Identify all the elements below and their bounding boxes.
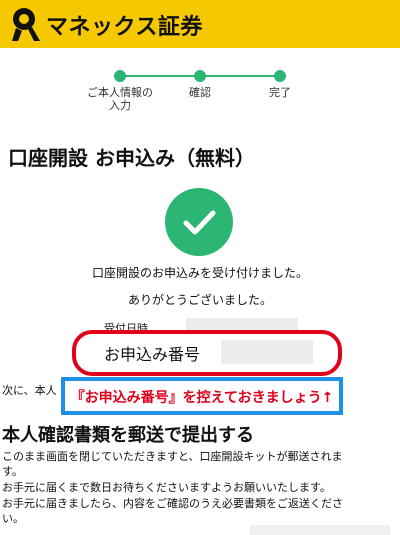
step-dot-complete	[274, 70, 286, 82]
monex-logo-icon	[12, 8, 40, 41]
next-instruction-text: 次に、本人	[2, 384, 57, 397]
progress-stepper: ご本人情報の 入力 確認 完了	[0, 64, 400, 124]
page-title: 口座開設 お申込み（無料）	[8, 146, 255, 170]
application-number-redacted	[221, 340, 313, 364]
thanks-message: ありがとうございました。	[127, 293, 272, 307]
application-number-label: お申込み番号	[104, 345, 201, 364]
save-number-callout: 『お申込み番号』を控えておきましょう↑	[61, 377, 343, 415]
save-number-callout-text: 『お申込み番号』を控えておきましょう↑	[70, 390, 334, 406]
success-message: 口座開設のお申込みを受け付けました。	[91, 266, 308, 280]
cut-off-text	[250, 525, 390, 535]
step-label-complete: 完了	[269, 86, 291, 99]
paragraph-2: お手元に届くまで数日お待ちくださいますようお願いいたします。	[2, 481, 331, 494]
paragraph-1: このまま画面を閉じていただきますと、口座開設キットが郵送されま す。	[2, 450, 343, 478]
paragraph-3: お手元に届きましたら、内容をご確認のうえ必要書類をご返送くださ い。	[2, 497, 343, 525]
brand-name: マネックス証券	[46, 15, 203, 40]
app-header: マネックス証券	[0, 0, 400, 48]
section-title: 本人確認書類を郵送で提出する	[2, 425, 254, 446]
success-check-icon	[165, 188, 233, 256]
step-dot-input	[114, 70, 126, 82]
application-number-highlight: お申込み番号	[72, 330, 342, 376]
step-dot-confirm	[194, 70, 206, 82]
